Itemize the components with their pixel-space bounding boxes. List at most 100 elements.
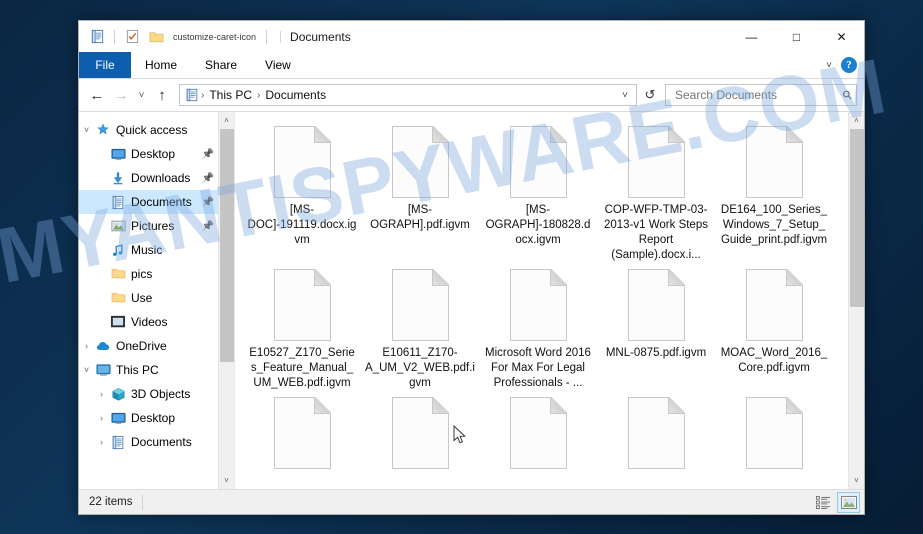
sidebar-item-label: Documents bbox=[131, 195, 192, 209]
back-button[interactable]: ← bbox=[85, 83, 109, 107]
title-bar: customize-caret-icon Documents — □ ✕ bbox=[79, 21, 864, 52]
nav-scroll-track[interactable] bbox=[219, 129, 235, 472]
file-tile[interactable]: MNL-0875.pdf.igvm bbox=[597, 263, 715, 391]
breadcrumb-this-pc[interactable]: This PC bbox=[205, 89, 256, 101]
expander-caret-icon[interactable]: › bbox=[94, 437, 109, 447]
generic-file-icon bbox=[273, 396, 332, 469]
file-scroll-up-arrow-icon[interactable]: ˄ bbox=[849, 112, 865, 129]
generic-file-icon bbox=[509, 125, 568, 198]
tab-view[interactable]: View bbox=[251, 52, 305, 78]
expand-ribbon-caret-icon[interactable]: ˅ bbox=[826, 60, 832, 71]
file-scroll-down-arrow-icon[interactable]: ˅ bbox=[849, 472, 865, 489]
file-name-label: DE164_100_Series_Windows_7_Setup_Guide_p… bbox=[720, 204, 828, 246]
pin-icon[interactable]: 📌 bbox=[202, 149, 214, 160]
minimize-button[interactable]: — bbox=[729, 21, 774, 52]
file-tile[interactable] bbox=[243, 391, 361, 474]
sidebar-item-use[interactable]: Use bbox=[79, 286, 218, 310]
address-input[interactable]: › This PC › Documents ˅ bbox=[179, 84, 637, 106]
sidebar-item-downloads[interactable]: Downloads 📌 bbox=[79, 166, 218, 190]
file-list-scrollbar[interactable]: ˄ ˅ bbox=[848, 112, 864, 489]
file-tile[interactable]: [MS-OGRAPH].pdf.igvm bbox=[361, 120, 479, 263]
file-name-label: [MS-OGRAPH]-180828.docx.igvm bbox=[485, 204, 591, 246]
properties-icon[interactable] bbox=[87, 27, 107, 47]
tab-home[interactable]: Home bbox=[131, 52, 191, 78]
nav-scroll-thumb[interactable] bbox=[219, 129, 234, 363]
address-bar-row: ← → ˅ ↑ › This PC › Documents ˅ ↺ Search… bbox=[79, 79, 864, 111]
file-name-label: Microsoft Word 2016 For Max For Legal Pr… bbox=[485, 347, 591, 389]
details-view-button[interactable] bbox=[812, 492, 835, 513]
sidebar-item-label: Downloads bbox=[131, 171, 191, 185]
sidebar-item-videos[interactable]: Videos bbox=[79, 310, 218, 334]
sidebar-item-music[interactable]: Music bbox=[79, 238, 218, 262]
close-button[interactable]: ✕ bbox=[819, 21, 864, 52]
pin-icon[interactable]: 📌 bbox=[202, 173, 214, 184]
expander-caret-icon[interactable]: › bbox=[94, 389, 109, 399]
sidebar-item-documents[interactable]: › Documents bbox=[79, 430, 218, 454]
sidebar-item-pictures[interactable]: Pictures 📌 bbox=[79, 214, 218, 238]
search-input[interactable] bbox=[673, 87, 844, 103]
generic-file-icon bbox=[391, 125, 450, 198]
sidebar-item-desktop[interactable]: Desktop 📌 bbox=[79, 142, 218, 166]
sidebar-item-this-pc[interactable]: ˅ This PC bbox=[79, 358, 218, 382]
file-tile[interactable] bbox=[597, 391, 715, 474]
generic-file-icon bbox=[509, 268, 568, 341]
file-list-view[interactable]: [MS-DOC]-191119.docx.igvm [MS-OGRAPH].pdf… bbox=[234, 112, 848, 489]
file-name-label: E10527_Z170_Series_Feature_Manual_UM_WEB… bbox=[249, 347, 355, 389]
3d-objects-icon bbox=[109, 386, 127, 402]
file-tile[interactable]: E10611_Z170-A_UM_V2_WEB.pdf.igvm bbox=[361, 263, 479, 391]
maximize-button[interactable]: □ bbox=[774, 21, 819, 52]
ribbon-right-controls: ˅ ? bbox=[826, 52, 864, 78]
expander-caret-icon[interactable]: › bbox=[94, 413, 109, 423]
file-name-label: [MS-OGRAPH].pdf.igvm bbox=[370, 204, 470, 231]
sidebar-item-desktop[interactable]: › Desktop bbox=[79, 406, 218, 430]
help-button[interactable]: ? bbox=[841, 57, 857, 73]
expander-caret-icon[interactable]: › bbox=[79, 341, 94, 351]
sidebar-item-label: Videos bbox=[131, 315, 168, 329]
file-tile[interactable]: [MS-DOC]-191119.docx.igvm bbox=[243, 120, 361, 263]
large-icons-view-button[interactable] bbox=[837, 491, 860, 513]
new-folder-icon[interactable] bbox=[122, 27, 142, 47]
file-tile[interactable] bbox=[715, 391, 833, 474]
sidebar-item-pics[interactable]: pics bbox=[79, 262, 218, 286]
nav-scroll-down-arrow-icon[interactable]: ˅ bbox=[219, 472, 235, 489]
address-dropdown-caret-icon[interactable]: ˅ bbox=[616, 85, 634, 105]
file-tile[interactable]: MOAC_Word_2016_Core.pdf.igvm bbox=[715, 263, 833, 391]
file-scroll-thumb[interactable] bbox=[849, 129, 864, 308]
navigation-pane-scrollbar[interactable]: ˄ ˅ bbox=[218, 112, 234, 489]
expander-caret-icon[interactable]: ˅ bbox=[79, 125, 94, 135]
item-count-label: 22 items bbox=[89, 496, 133, 508]
pin-icon[interactable]: 📌 bbox=[202, 221, 214, 232]
breadcrumb-documents[interactable]: Documents bbox=[261, 89, 330, 101]
pin-icon[interactable]: 📌 bbox=[202, 197, 214, 208]
pictures-icon bbox=[109, 218, 127, 234]
up-button[interactable]: ↑ bbox=[150, 83, 174, 107]
expander-caret-icon[interactable]: ˅ bbox=[79, 365, 94, 375]
search-box[interactable]: ⚲ bbox=[665, 84, 857, 106]
sidebar-item-3d-objects[interactable]: › 3D Objects bbox=[79, 382, 218, 406]
sidebar-item-label: 3D Objects bbox=[131, 387, 191, 401]
sidebar-item-label: Quick access bbox=[116, 123, 188, 137]
recent-locations-button[interactable]: ˅ bbox=[133, 83, 150, 107]
generic-file-icon bbox=[509, 396, 568, 469]
sidebar-item-documents[interactable]: Documents 📌 bbox=[79, 190, 218, 214]
file-tile[interactable] bbox=[361, 391, 479, 474]
folder-icon[interactable] bbox=[146, 27, 166, 47]
file-tile[interactable] bbox=[479, 391, 597, 474]
tab-file[interactable]: File bbox=[79, 52, 131, 78]
documents-icon bbox=[109, 194, 127, 210]
refresh-button[interactable]: ↺ bbox=[639, 84, 661, 106]
customize-quick-access-caret-icon[interactable]: customize-caret-icon bbox=[170, 32, 259, 42]
file-tile[interactable]: Microsoft Word 2016 For Max For Legal Pr… bbox=[479, 263, 597, 391]
tab-share[interactable]: Share bbox=[191, 52, 251, 78]
file-tile[interactable]: DE164_100_Series_Windows_7_Setup_Guide_p… bbox=[715, 120, 833, 263]
forward-button[interactable]: → bbox=[109, 83, 133, 107]
file-name-label: [MS-DOC]-191119.docx.igvm bbox=[247, 204, 357, 246]
nav-scroll-up-arrow-icon[interactable]: ˄ bbox=[219, 112, 235, 129]
file-tile[interactable]: E10527_Z170_Series_Feature_Manual_UM_WEB… bbox=[243, 263, 361, 391]
file-tile[interactable]: COP-WFP-TMP-03-2013-v1 Work Steps Report… bbox=[597, 120, 715, 263]
sidebar-item-quick-access[interactable]: ˅ Quick access bbox=[79, 118, 218, 142]
sidebar-item-onedrive[interactable]: › OneDrive bbox=[79, 334, 218, 358]
file-scroll-track[interactable] bbox=[849, 129, 865, 472]
file-tile[interactable]: [MS-OGRAPH]-180828.docx.igvm bbox=[479, 120, 597, 263]
videos-icon bbox=[109, 314, 127, 330]
